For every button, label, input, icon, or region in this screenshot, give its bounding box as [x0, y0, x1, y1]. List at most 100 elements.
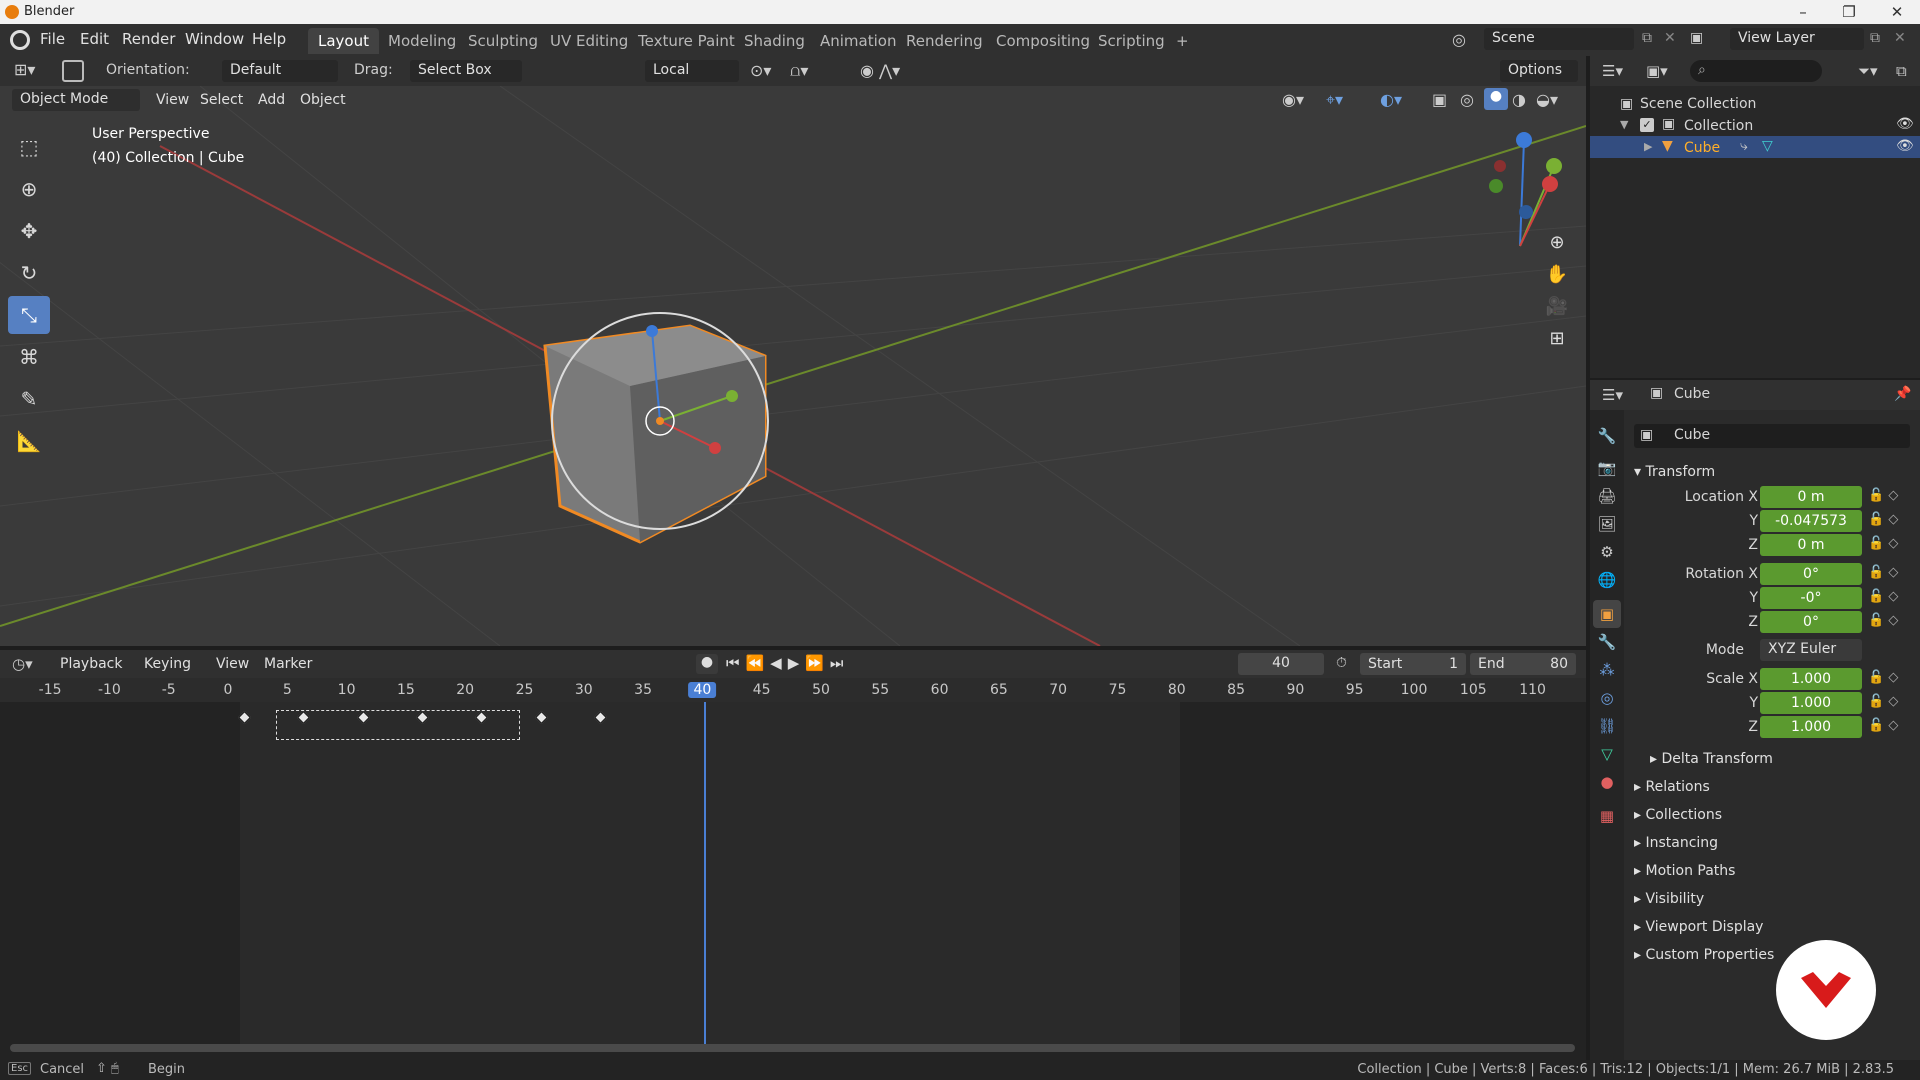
drag-dropdown[interactable]: Select Box: [410, 60, 522, 82]
scale-y-field[interactable]: 1.000: [1760, 692, 1862, 714]
timeline-editor-type-icon[interactable]: ◷▾: [12, 655, 33, 673]
tab-texture-paint[interactable]: Texture Paint: [628, 28, 745, 54]
auto-key-record-icon[interactable]: ●: [696, 654, 718, 674]
rotation-x-field[interactable]: 0°: [1760, 563, 1862, 585]
menu-edit[interactable]: Edit: [80, 30, 109, 48]
outliner-search-input[interactable]: ⌕: [1690, 60, 1822, 82]
zoom-icon[interactable]: ⊕: [1540, 226, 1574, 258]
timeline-menu-keying[interactable]: Keying: [138, 654, 197, 674]
keyframe-diamond[interactable]: [475, 711, 489, 724]
location-z-field[interactable]: 0 m: [1760, 534, 1862, 556]
rotation-y-field[interactable]: -0°: [1760, 587, 1862, 609]
keyframe-diamond[interactable]: [238, 711, 251, 724]
3d-viewport[interactable]: [0, 86, 1586, 646]
pivot-dropdown[interactable]: Local: [645, 60, 739, 82]
shading-material-icon[interactable]: ◑: [1512, 90, 1526, 109]
select-box-tool-icon[interactable]: ⬚: [8, 128, 50, 166]
orientation-dropdown[interactable]: Default: [222, 60, 338, 82]
timeline-editor[interactable]: [0, 650, 1586, 1060]
instancing-panel[interactable]: ▸ Instancing: [1634, 835, 1718, 851]
move-tool-icon[interactable]: ✥: [8, 212, 50, 250]
scale-z-field[interactable]: 1.000: [1760, 716, 1862, 738]
overlay-icon[interactable]: ◐▾: [1380, 90, 1402, 109]
delete-view-layer-icon[interactable]: ✕: [1894, 30, 1906, 46]
tool-tab-icon[interactable]: 🔧: [1593, 422, 1621, 450]
transform-pivot-icon[interactable]: ⊙▾: [750, 61, 771, 80]
filter-icon[interactable]: ⏷▾: [1858, 62, 1878, 80]
stopwatch-icon[interactable]: ⏱: [1336, 655, 1347, 671]
view-layer-icon[interactable]: ▣: [1690, 30, 1703, 46]
cube-label[interactable]: Cube: [1684, 140, 1720, 156]
scene-collection-label[interactable]: Scene Collection: [1640, 96, 1756, 112]
transform-panel-header[interactable]: ▾ Transform: [1634, 464, 1715, 480]
pin-icon[interactable]: 📌: [1894, 386, 1911, 402]
editor-type-icon[interactable]: ⊞▾: [14, 60, 35, 79]
viewport-display-panel[interactable]: ▸ Viewport Display: [1634, 919, 1763, 935]
rotation-lock-column[interactable]: 🔓 ◇ 🔓 ◇ 🔓 ◇: [1868, 561, 1898, 633]
delete-scene-icon[interactable]: ✕: [1664, 30, 1676, 46]
tab-shading[interactable]: Shading: [734, 28, 815, 54]
rotate-tool-icon[interactable]: ↻: [8, 254, 50, 292]
tab-scripting[interactable]: Scripting: [1088, 28, 1175, 54]
motion-paths-panel[interactable]: ▸ Motion Paths: [1634, 863, 1735, 879]
camera-view-icon[interactable]: 🎥: [1540, 290, 1574, 322]
shading-solid-icon[interactable]: ●: [1484, 88, 1508, 110]
scene-selector[interactable]: Scene: [1484, 28, 1634, 50]
rotation-z-field[interactable]: 0°: [1760, 611, 1862, 633]
menu-render[interactable]: Render: [122, 30, 175, 48]
active-tool-icon[interactable]: [62, 60, 84, 82]
display-mode-icon[interactable]: ▣▾: [1646, 62, 1668, 80]
pan-hand-icon[interactable]: ✋: [1540, 258, 1574, 290]
tab-compositing[interactable]: Compositing: [986, 28, 1100, 54]
menu-file[interactable]: File: [40, 30, 65, 48]
proportional-edit-icon[interactable]: ◉ ⋀▾: [860, 61, 900, 80]
tab-modeling[interactable]: Modeling: [378, 28, 466, 54]
end-frame-field[interactable]: End 80: [1470, 653, 1576, 675]
options-dropdown[interactable]: Options: [1500, 60, 1578, 82]
transform-tool-icon[interactable]: ⌘: [8, 338, 50, 376]
collection-checkbox[interactable]: ✓: [1640, 118, 1654, 132]
keyframe-diamond[interactable]: [416, 711, 429, 724]
custom-properties-panel[interactable]: ▸ Custom Properties: [1634, 947, 1774, 963]
menu-help[interactable]: Help: [252, 30, 286, 48]
cube-row-highlight[interactable]: [1590, 136, 1920, 158]
measure-tool-icon[interactable]: 📐: [8, 422, 50, 460]
cursor-tool-icon[interactable]: ⊕: [8, 170, 50, 208]
overlay-badge-icon[interactable]: [1776, 940, 1876, 1040]
xray-icon[interactable]: ▣: [1432, 90, 1447, 109]
scene-icon[interactable]: ◎: [1452, 30, 1466, 49]
maximize-button[interactable]: ❐: [1826, 0, 1872, 24]
delta-transform-panel[interactable]: ▸ Delta Transform: [1650, 751, 1773, 767]
snap-icon[interactable]: ⩍▾: [790, 61, 808, 81]
visibility-panel[interactable]: ▸ Visibility: [1634, 891, 1704, 907]
blender-menu-icon[interactable]: [10, 30, 30, 50]
render-tab-icon[interactable]: 📷: [1593, 454, 1621, 482]
location-y-field[interactable]: -0.047573: [1760, 510, 1862, 532]
tab-layout[interactable]: Layout: [308, 28, 379, 54]
new-collection-icon[interactable]: ⧉: [1896, 62, 1907, 80]
collections-panel[interactable]: ▸ Collections: [1634, 807, 1722, 823]
shading-rendered-icon[interactable]: ◒▾: [1536, 90, 1558, 109]
timeline-scrollbar[interactable]: [10, 1044, 1575, 1052]
scale-x-field[interactable]: 1.000: [1760, 668, 1862, 690]
cube-expand-icon[interactable]: ▶: [1644, 140, 1652, 153]
relations-panel[interactable]: ▸ Relations: [1634, 779, 1710, 795]
cube-visibility-icon[interactable]: 👁: [1896, 138, 1914, 154]
keyframe-diamond[interactable]: [356, 711, 370, 724]
visibility-icon[interactable]: ◉▾: [1282, 90, 1304, 109]
gizmo-icon[interactable]: ⌖▾: [1326, 90, 1343, 110]
tab-rendering[interactable]: Rendering: [896, 28, 993, 54]
tab-sculpting[interactable]: Sculpting: [458, 28, 548, 54]
close-button[interactable]: ✕: [1874, 0, 1920, 24]
location-x-field[interactable]: 0 m: [1760, 486, 1862, 508]
timeline-menu-view[interactable]: View: [210, 654, 255, 674]
properties-editor-icon[interactable]: ☰▾: [1602, 386, 1623, 404]
collection-visibility-icon[interactable]: 👁: [1896, 116, 1914, 132]
new-view-layer-icon[interactable]: ⧉: [1870, 30, 1880, 46]
viewport-menu-add[interactable]: Add: [252, 90, 291, 110]
current-frame-marker[interactable]: 40: [688, 682, 717, 698]
outliner-editor-icon[interactable]: ☰▾: [1602, 62, 1623, 80]
timeline-menu-marker[interactable]: Marker: [258, 654, 318, 674]
add-workspace-button[interactable]: +: [1166, 28, 1199, 54]
material-tab-icon[interactable]: ●: [1593, 768, 1621, 796]
